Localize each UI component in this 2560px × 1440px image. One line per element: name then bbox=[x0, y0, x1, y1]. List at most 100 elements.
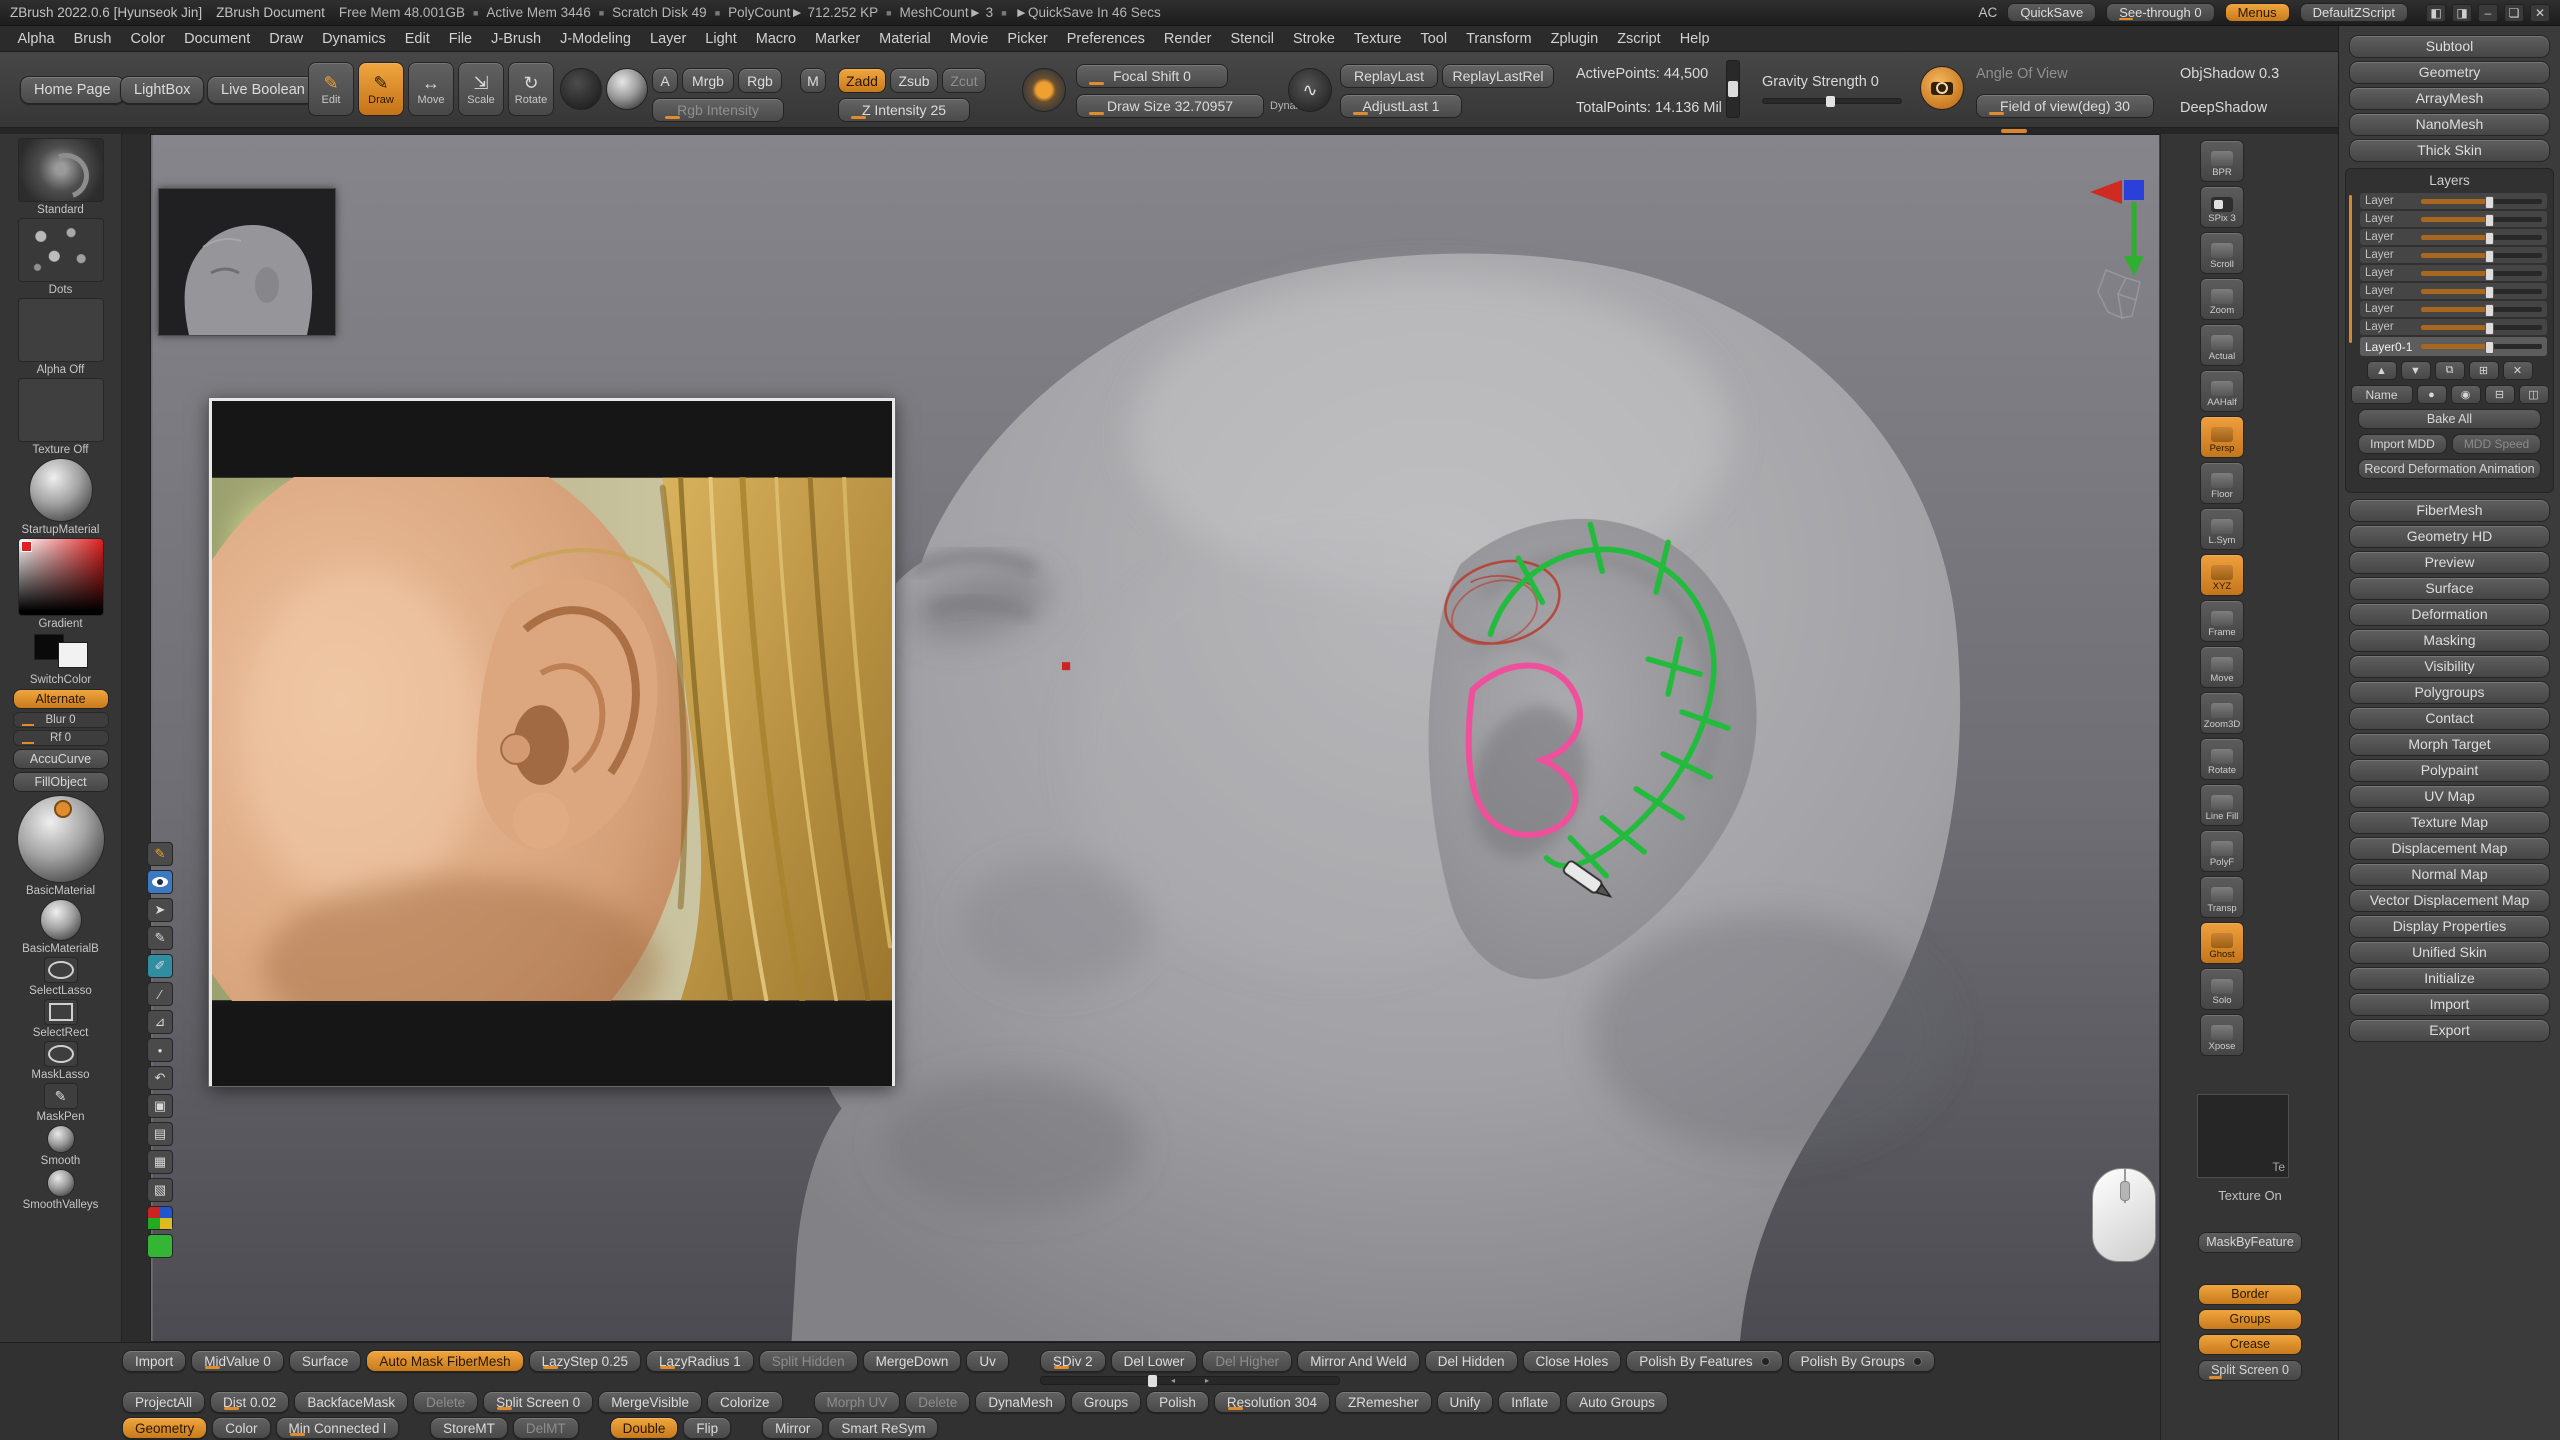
layer-split-icon[interactable]: ◫ bbox=[2519, 385, 2549, 404]
menu-zscript[interactable]: Zscript bbox=[1608, 29, 1671, 49]
layer-record-icon[interactable]: ● bbox=[2417, 385, 2447, 404]
layer-delete-icon[interactable]: ✕ bbox=[2503, 361, 2533, 380]
layer-row-3[interactable]: Layer bbox=[2360, 247, 2547, 263]
section-display-properties[interactable]: Display Properties bbox=[2349, 915, 2550, 938]
menu-material[interactable]: Material bbox=[870, 29, 941, 49]
geometry-button[interactable]: Geometry bbox=[122, 1417, 207, 1439]
shelf-line-fill-button[interactable]: Line Fill bbox=[2200, 784, 2244, 826]
angle-of-view-label[interactable]: Angle Of View bbox=[1976, 66, 2068, 82]
mergedown-button[interactable]: MergeDown bbox=[863, 1350, 962, 1372]
menu-help[interactable]: Help bbox=[1670, 29, 1719, 49]
live-boolean-button[interactable]: Live Boolean bbox=[207, 76, 319, 104]
menu-preferences[interactable]: Preferences bbox=[1057, 29, 1154, 49]
camera-snap-icon[interactable]: ▦ bbox=[147, 1150, 173, 1174]
section-polygroups[interactable]: Polygroups bbox=[2349, 681, 2550, 704]
layer-row-4[interactable]: Layer bbox=[2360, 265, 2547, 281]
menu-brush[interactable]: Brush bbox=[64, 29, 121, 49]
restore-icon[interactable]: ❏ bbox=[2504, 4, 2524, 22]
del-higher-button[interactable]: Del Higher bbox=[1202, 1350, 1292, 1372]
section-uv-map[interactable]: UV Map bbox=[2349, 785, 2550, 808]
tool-smooth[interactable]: Smooth bbox=[0, 1125, 121, 1167]
default-zscript-button[interactable]: DefaultZScript bbox=[2300, 3, 2408, 22]
layer-slider[interactable] bbox=[2421, 253, 2542, 258]
material-basicmaterial[interactable]: BasicMaterial bbox=[0, 795, 121, 897]
auto-groups-button[interactable]: Auto Groups bbox=[1566, 1391, 1668, 1413]
palette-slot-dots[interactable]: Dots bbox=[0, 218, 121, 296]
layer-up-icon[interactable]: ▲ bbox=[2367, 361, 2397, 380]
mergevisible-button[interactable]: MergeVisible bbox=[598, 1391, 702, 1413]
field-of-view-slider[interactable]: Field of view(deg) 30 bbox=[1976, 94, 2154, 118]
switchcolor-thumb[interactable] bbox=[18, 632, 104, 672]
menu-document[interactable]: Document bbox=[175, 29, 260, 49]
menu-j-brush[interactable]: J-Brush bbox=[482, 29, 551, 49]
section-unified-skin[interactable]: Unified Skin bbox=[2349, 941, 2550, 964]
palette-slot-switchcolor[interactable]: SwitchColor bbox=[0, 632, 121, 686]
m-button[interactable]: M bbox=[800, 68, 826, 93]
del-lower-button[interactable]: Del Lower bbox=[1111, 1350, 1198, 1372]
minimize-icon[interactable]: – bbox=[2478, 4, 2498, 22]
gravity-strength-label[interactable]: Gravity Strength 0 bbox=[1762, 74, 1879, 90]
layer-row-1[interactable]: Layer bbox=[2360, 211, 2547, 227]
mrgb-button[interactable]: Mrgb bbox=[682, 68, 734, 93]
border-button[interactable]: Border bbox=[2198, 1284, 2302, 1305]
tool-masklasso[interactable]: MaskLasso bbox=[0, 1041, 121, 1081]
split-hidden-button[interactable]: Split Hidden bbox=[759, 1350, 858, 1372]
menu-macro[interactable]: Macro bbox=[746, 29, 805, 49]
shelf-move-button[interactable]: Move bbox=[2200, 646, 2244, 688]
measure-icon[interactable]: ⊿ bbox=[147, 1010, 173, 1034]
gravity-strength-slider[interactable] bbox=[1762, 98, 1902, 104]
mirror-and-weld-button[interactable]: Mirror And Weld bbox=[1297, 1350, 1420, 1372]
menu-file[interactable]: File bbox=[439, 29, 481, 49]
section-thick-skin[interactable]: Thick Skin bbox=[2349, 139, 2550, 162]
shelf-spix-3-button[interactable]: SPix 3 bbox=[2200, 186, 2244, 228]
shelf-actual-button[interactable]: Actual bbox=[2200, 324, 2244, 366]
lazystep-0-25-button[interactable]: LazyStep 0.25 bbox=[529, 1350, 641, 1372]
visibility-eye-icon[interactable] bbox=[147, 870, 173, 894]
zcut-button[interactable]: Zcut bbox=[942, 68, 986, 93]
shelf-zoom-button[interactable]: Zoom bbox=[2200, 278, 2244, 320]
zremesher-button[interactable]: ZRemesher bbox=[1335, 1391, 1432, 1413]
layout-left-icon[interactable]: ◧ bbox=[2426, 4, 2446, 22]
palette-slot-startupmaterial[interactable]: StartupMaterial bbox=[0, 458, 121, 536]
menu-dynamics[interactable]: Dynamics bbox=[313, 29, 396, 49]
palette-slot-gradient[interactable]: Gradient bbox=[0, 538, 121, 630]
section-subtool[interactable]: Subtool bbox=[2349, 35, 2550, 58]
basicmaterial-thumb[interactable] bbox=[17, 795, 105, 883]
points-vertical-slider[interactable] bbox=[1726, 60, 1740, 118]
close-icon[interactable]: ✕ bbox=[2530, 4, 2550, 22]
shelf-polyf-button[interactable]: PolyF bbox=[2200, 830, 2244, 872]
groups-button[interactable]: Groups bbox=[1071, 1391, 1141, 1413]
layer-slider[interactable] bbox=[2421, 199, 2542, 204]
obj-shadow-slider[interactable]: ObjShadow 0.3 bbox=[2180, 66, 2279, 82]
replay-last-rel-button[interactable]: ReplayLastRel bbox=[1442, 64, 1554, 88]
shelf-solo-button[interactable]: Solo bbox=[2200, 968, 2244, 1010]
menu-movie[interactable]: Movie bbox=[940, 29, 998, 49]
surface-button[interactable]: Surface bbox=[289, 1350, 362, 1372]
resolution-304-button[interactable]: Resolution 304 bbox=[1214, 1391, 1330, 1413]
record-deformation-button[interactable]: Record Deformation Animation bbox=[2358, 459, 2541, 479]
texture-thumbnail[interactable]: Te bbox=[2197, 1094, 2289, 1178]
layer-slider[interactable] bbox=[2421, 325, 2542, 330]
z-intensity-slider[interactable]: Z Intensity 25 bbox=[838, 98, 970, 122]
menu-layer[interactable]: Layer bbox=[641, 29, 696, 49]
section-preview[interactable]: Preview bbox=[2349, 551, 2550, 574]
close-holes-button[interactable]: Close Holes bbox=[1523, 1350, 1622, 1372]
section-masking[interactable]: Masking bbox=[2349, 629, 2550, 652]
layer-name-button[interactable]: Name bbox=[2351, 385, 2413, 404]
layer-row-selected[interactable]: Layer0-1 bbox=[2360, 337, 2547, 356]
menu-zplugin[interactable]: Zplugin bbox=[1541, 29, 1608, 49]
dot-icon[interactable]: • bbox=[147, 1038, 173, 1062]
auto-mask-fibermesh-button[interactable]: Auto Mask FiberMesh bbox=[366, 1350, 523, 1372]
section-import[interactable]: Import bbox=[2349, 993, 2550, 1016]
maskpen-icon[interactable] bbox=[44, 1083, 78, 1109]
double-button[interactable]: Double bbox=[610, 1417, 679, 1439]
shelf-xpose-button[interactable]: Xpose bbox=[2200, 1014, 2244, 1056]
layer-row-0[interactable]: Layer bbox=[2360, 193, 2547, 209]
split-screen-0-button[interactable]: Split Screen 0 bbox=[483, 1391, 593, 1413]
delete-button[interactable]: Delete bbox=[905, 1391, 970, 1413]
layer-new-icon[interactable]: ⊞ bbox=[2469, 361, 2499, 380]
groups-button[interactable]: Groups bbox=[2198, 1309, 2302, 1330]
document-preview[interactable] bbox=[158, 188, 336, 336]
del-hidden-button[interactable]: Del Hidden bbox=[1425, 1350, 1518, 1372]
backfacemask-button[interactable]: BackfaceMask bbox=[294, 1391, 408, 1413]
